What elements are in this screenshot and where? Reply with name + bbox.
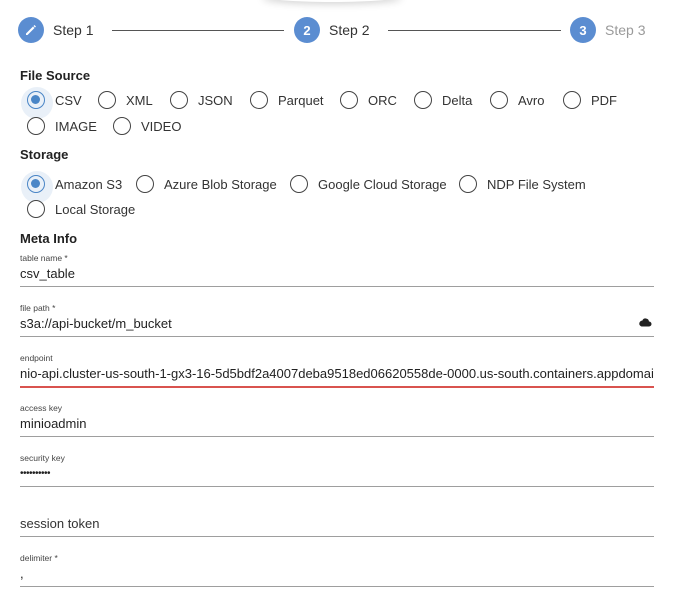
radio-button[interactable]: [290, 175, 308, 193]
radio-label: Amazon S3: [55, 176, 123, 192]
table-name-input[interactable]: csv_table: [20, 264, 654, 284]
file-source-option-pdf[interactable]: PDF: [563, 89, 617, 111]
storage-option-google-cloud-storage[interactable]: Google Cloud Storage: [290, 173, 447, 195]
file-source-title: File Source: [20, 68, 91, 83]
storage-option-local-storage[interactable]: Local Storage: [27, 198, 135, 220]
radio-label: IMAGE: [55, 118, 97, 134]
radio-button[interactable]: [21, 171, 53, 203]
table-name-label: table name *: [20, 253, 68, 263]
step-3[interactable]: 3 Step 3: [570, 16, 645, 44]
file-source-option-video[interactable]: VIDEO: [113, 115, 181, 137]
delimiter-label: delimiter *: [20, 553, 58, 563]
delimiter-field[interactable]: delimiter * ,: [20, 552, 654, 587]
step-2[interactable]: 2 Step 2: [294, 16, 369, 44]
security-key-field[interactable]: security key ••••••••••: [20, 452, 654, 487]
step-1[interactable]: Step 1: [18, 16, 93, 44]
storage-option-ndp-file-system[interactable]: NDP File System: [459, 173, 586, 195]
radio-label: PDF: [591, 92, 617, 108]
radio-label: Parquet: [278, 92, 324, 108]
file-source-option-csv[interactable]: CSV: [21, 87, 82, 119]
access-key-field[interactable]: access key minioadmin: [20, 402, 654, 437]
file-source-option-json[interactable]: JSON: [170, 89, 233, 111]
radio-button[interactable]: [340, 91, 358, 109]
file-source-option-xml[interactable]: XML: [98, 89, 153, 111]
radio-label: Azure Blob Storage: [164, 176, 277, 192]
step-3-label: Step 3: [605, 22, 646, 38]
endpoint-input[interactable]: nio-api.cluster-us-south-1-gx3-16-5d5bdf…: [20, 364, 654, 384]
endpoint-label: endpoint: [20, 353, 53, 363]
meta-info-title: Meta Info: [20, 231, 78, 246]
endpoint-underline: [20, 386, 654, 388]
delimiter-underline: [20, 586, 654, 587]
step-2-label: Step 2: [329, 22, 370, 38]
session-token-field[interactable]: session token: [20, 502, 654, 537]
storage-option-amazon-s3[interactable]: Amazon S3: [21, 171, 123, 203]
radio-button[interactable]: [170, 91, 188, 109]
security-key-label: security key: [20, 453, 65, 463]
delimiter-input[interactable]: ,: [20, 564, 654, 584]
radio-button[interactable]: [21, 87, 53, 119]
radio-label: VIDEO: [141, 118, 182, 134]
radio-button[interactable]: [98, 91, 116, 109]
stepper: Step 1 2 Step 2 3 Step 3: [18, 16, 658, 44]
storage-option-azure-blob-storage[interactable]: Azure Blob Storage: [136, 173, 277, 195]
access-key-label: access key: [20, 403, 63, 413]
radio-label: JSON: [198, 92, 233, 108]
radio-button[interactable]: [490, 91, 508, 109]
security-key-underline: [20, 486, 654, 487]
radio-button[interactable]: [459, 175, 477, 193]
step-2-number: 2: [294, 17, 320, 43]
radio-button[interactable]: [414, 91, 432, 109]
radio-button[interactable]: [27, 200, 45, 218]
radio-button[interactable]: [563, 91, 581, 109]
radio-label: CSV: [55, 92, 82, 108]
radio-label: Delta: [442, 92, 473, 108]
radio-button[interactable]: [113, 117, 131, 135]
access-key-underline: [20, 436, 654, 437]
radio-label: Avro: [518, 92, 545, 108]
file-path-field[interactable]: file path * s3a://api-bucket/m_bucket: [20, 302, 654, 337]
radio-button[interactable]: [136, 175, 154, 193]
file-source-option-avro[interactable]: Avro: [490, 89, 545, 111]
step-1-label: Step 1: [53, 22, 94, 38]
radio-label: XML: [126, 92, 153, 108]
security-key-input[interactable]: ••••••••••: [20, 464, 654, 484]
file-path-input[interactable]: s3a://api-bucket/m_bucket: [20, 314, 654, 334]
step-connector-2: [388, 30, 561, 31]
table-name-underline: [20, 286, 654, 287]
file-source-option-orc[interactable]: ORC: [340, 89, 397, 111]
cloud-icon[interactable]: [638, 316, 652, 328]
radio-label: Google Cloud Storage: [318, 176, 447, 192]
access-key-input[interactable]: minioadmin: [20, 414, 654, 434]
top-shadow: [262, 0, 402, 2]
endpoint-field[interactable]: endpoint nio-api.cluster-us-south-1-gx3-…: [20, 352, 654, 388]
table-name-field[interactable]: table name * csv_table: [20, 252, 654, 287]
session-token-underline: [20, 536, 654, 537]
session-token-label: [20, 502, 654, 514]
radio-button[interactable]: [27, 117, 45, 135]
file-source-option-delta[interactable]: Delta: [414, 89, 472, 111]
storage-title: Storage: [20, 147, 69, 162]
file-source-option-parquet[interactable]: Parquet: [250, 89, 324, 111]
session-token-input[interactable]: session token: [20, 514, 654, 534]
radio-label: ORC: [368, 92, 397, 108]
pencil-icon: [18, 17, 44, 43]
file-source-option-image[interactable]: IMAGE: [27, 115, 97, 137]
file-path-label: file path *: [20, 303, 56, 313]
file-path-underline: [20, 336, 654, 337]
step-connector-1: [112, 30, 284, 31]
radio-label: Local Storage: [55, 201, 136, 217]
step-3-number: 3: [570, 17, 596, 43]
radio-label: NDP File System: [487, 176, 586, 192]
radio-button[interactable]: [250, 91, 268, 109]
